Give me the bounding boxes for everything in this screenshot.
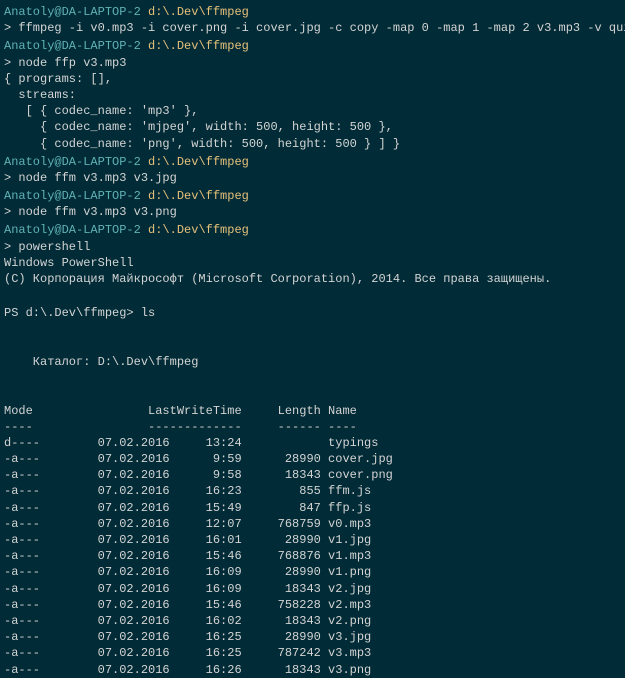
prompt-user: Anatoly@DA-LAPTOP-2: [4, 189, 141, 203]
prompt-block-1: Anatoly@DA-LAPTOP-2 d:\.Dev\ffmpeg > ffm…: [4, 4, 625, 36]
output-line: { codec_name: 'png', width: 500, height:…: [4, 136, 625, 152]
prompt-block-4: Anatoly@DA-LAPTOP-2 d:\.Dev\ffmpeg > nod…: [4, 188, 625, 220]
table-row: -a--- 07.02.2016 16:09 18343 v2.jpg: [4, 581, 625, 597]
table-row: -a--- 07.02.2016 12:07 768759 v0.mp3: [4, 516, 625, 532]
prompt-path: d:\.Dev\ffmpeg: [148, 223, 249, 237]
prompt-line: Anatoly@DA-LAPTOP-2 d:\.Dev\ffmpeg: [4, 222, 625, 238]
table-row: -a--- 07.02.2016 16:09 28990 v1.png: [4, 564, 625, 580]
blank-line: [4, 338, 625, 354]
prompt-line: Anatoly@DA-LAPTOP-2 d:\.Dev\ffmpeg: [4, 154, 625, 170]
output-line: { programs: [],: [4, 71, 625, 87]
table-row: -a--- 07.02.2016 9:58 18343 cover.png: [4, 467, 625, 483]
prompt-path: d:\.Dev\ffmpeg: [148, 155, 249, 169]
prompt-user: Anatoly@DA-LAPTOP-2: [4, 155, 141, 169]
ps-prompt-ls[interactable]: PS d:\.Dev\ffmpeg> ls: [4, 305, 625, 321]
output-line: streams:: [4, 87, 625, 103]
table-row: -a--- 07.02.2016 16:01 28990 v1.jpg: [4, 532, 625, 548]
command-powershell[interactable]: > powershell: [4, 239, 625, 255]
prompt-path: d:\.Dev\ffmpeg: [148, 189, 249, 203]
prompt-path: d:\.Dev\ffmpeg: [148, 39, 249, 53]
table-row: -a--- 07.02.2016 16:25 787242 v3.mp3: [4, 645, 625, 661]
command-node-ffm-png[interactable]: > node ffm v3.mp3 v3.png: [4, 204, 625, 220]
prompt-line: Anatoly@DA-LAPTOP-2 d:\.Dev\ffmpeg: [4, 4, 625, 20]
table-row: -a--- 07.02.2016 15:46 768876 v1.mp3: [4, 548, 625, 564]
table-row: -a--- 07.02.2016 16:25 28990 v3.jpg: [4, 629, 625, 645]
ps-catalog: Каталог: D:\.Dev\ffmpeg: [4, 354, 625, 370]
table-row: -a--- 07.02.2016 9:59 28990 cover.jpg: [4, 451, 625, 467]
prompt-line: Anatoly@DA-LAPTOP-2 d:\.Dev\ffmpeg: [4, 38, 625, 54]
command-node-ffm-jpg[interactable]: > node ffm v3.mp3 v3.jpg: [4, 170, 625, 186]
prompt-user: Anatoly@DA-LAPTOP-2: [4, 39, 141, 53]
ps-banner-line1: Windows PowerShell: [4, 255, 625, 271]
table-row: -a--- 07.02.2016 16:26 18343 v3.png: [4, 662, 625, 678]
ps-table-divider: ---- ------------- ------ ----: [4, 419, 625, 435]
command-node-ffp[interactable]: > node ffp v3.mp3: [4, 55, 625, 71]
prompt-path: d:\.Dev\ffmpeg: [148, 5, 249, 19]
ps-banner-line2: (C) Корпорация Майкрософт (Microsoft Cor…: [4, 271, 625, 287]
ps-table-header: Mode LastWriteTime Length Name: [4, 403, 625, 419]
table-row: -a--- 07.02.2016 16:02 18343 v2.png: [4, 613, 625, 629]
blank-line: [4, 322, 625, 338]
table-row: -a--- 07.02.2016 16:23 855 ffm.js: [4, 483, 625, 499]
table-row: -a--- 07.02.2016 15:49 847 ffp.js: [4, 500, 625, 516]
blank-line: [4, 370, 625, 386]
blank-line: [4, 386, 625, 402]
prompt-line: Anatoly@DA-LAPTOP-2 d:\.Dev\ffmpeg: [4, 188, 625, 204]
prompt-user: Anatoly@DA-LAPTOP-2: [4, 5, 141, 19]
table-row: d---- 07.02.2016 13:24 typings: [4, 435, 625, 451]
prompt-block-2: Anatoly@DA-LAPTOP-2 d:\.Dev\ffmpeg > nod…: [4, 38, 625, 151]
command-ffmpeg[interactable]: > ffmpeg -i v0.mp3 -i cover.png -i cover…: [4, 20, 625, 36]
prompt-user: Anatoly@DA-LAPTOP-2: [4, 223, 141, 237]
blank-line: [4, 289, 625, 305]
prompt-block-5: Anatoly@DA-LAPTOP-2 d:\.Dev\ffmpeg > pow…: [4, 222, 625, 287]
output-line: { codec_name: 'mjpeg', width: 500, heigh…: [4, 119, 625, 135]
ps-table-body: d---- 07.02.2016 13:24 typings-a--- 07.0…: [4, 435, 625, 678]
prompt-block-3: Anatoly@DA-LAPTOP-2 d:\.Dev\ffmpeg > nod…: [4, 154, 625, 186]
output-line: [ { codec_name: 'mp3' },: [4, 103, 625, 119]
table-row: -a--- 07.02.2016 15:46 758228 v2.mp3: [4, 597, 625, 613]
